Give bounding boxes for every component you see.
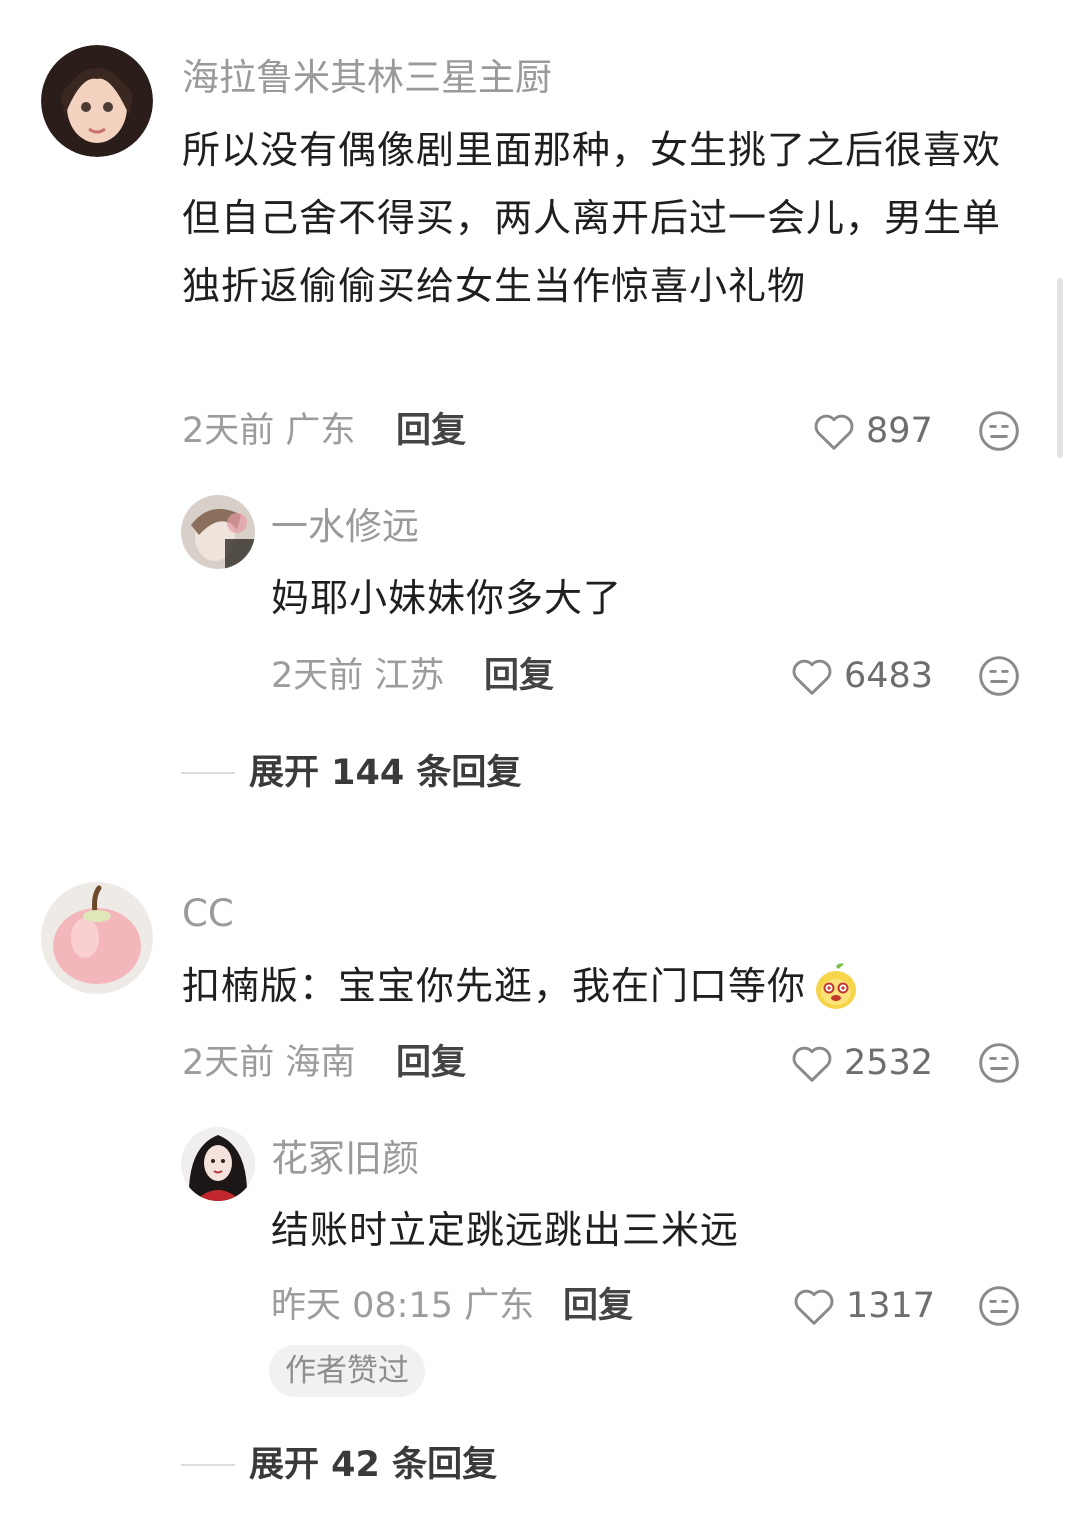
like-button[interactable]: 6483	[790, 654, 933, 698]
reply-text: 妈耶小妹妹你多大了	[271, 576, 623, 620]
avatar-cc[interactable]	[41, 882, 153, 994]
avatar-huazhong[interactable]	[181, 1127, 255, 1201]
comment-text: 所以没有偶像剧里面那种，女生挑了之后很喜欢但自己舍不得买，两人离开后过一会儿，男…	[182, 128, 1002, 308]
scrollbar[interactable]	[1057, 278, 1063, 458]
heart-outline-icon	[794, 1289, 834, 1325]
reply-button[interactable]: 回复	[396, 1041, 466, 1085]
like-button[interactable]: 897	[812, 409, 933, 453]
like-button[interactable]: 2532	[790, 1041, 933, 1085]
avatar-haila[interactable]	[41, 45, 153, 157]
comment-text-row: 扣楠版：宝宝你先逛，我在门口等你	[182, 952, 862, 1020]
reply-username[interactable]: 一水修远	[271, 503, 419, 551]
neutral-face-icon[interactable]	[977, 1284, 1021, 1328]
expand-replies-label: 展开 144 条回复	[249, 753, 522, 793]
comment-text: 扣楠版：宝宝你先逛，我在门口等你	[182, 964, 807, 1008]
reply-text: 结账时立定跳远跳出三米远	[271, 1208, 740, 1252]
mango-emoji-icon	[816, 963, 857, 1009]
expand-replies-button[interactable]: 展开 42 条回复	[181, 1443, 497, 1487]
reply-button[interactable]: 回复	[396, 409, 466, 453]
heart-outline-icon	[792, 1046, 832, 1082]
reply-button[interactable]: 回复	[563, 1284, 633, 1328]
heart-outline-icon	[814, 414, 854, 450]
like-count: 2532	[844, 1043, 934, 1083]
reply-button[interactable]: 回复	[484, 654, 554, 698]
reply-time-location: 昨天 08:15 广东	[271, 1286, 535, 1326]
divider-line	[181, 1464, 235, 1466]
comment-time-location: 2天前 广东	[182, 411, 356, 451]
author-liked-badge: 作者赞过	[269, 1345, 425, 1397]
neutral-face-icon[interactable]	[977, 409, 1021, 453]
avatar-yishui[interactable]	[181, 495, 255, 569]
like-count: 897	[866, 411, 933, 451]
like-count: 6483	[844, 656, 934, 696]
comment-username[interactable]: 海拉鲁米其林三星主厨	[182, 54, 552, 102]
expand-replies-label: 展开 42 条回复	[249, 1445, 498, 1485]
neutral-face-icon[interactable]	[977, 1041, 1021, 1085]
heart-outline-icon	[792, 659, 832, 695]
divider-line	[181, 772, 235, 774]
comment-username[interactable]: CC	[182, 890, 234, 938]
reply-time-location: 2天前 江苏	[271, 656, 445, 696]
comment-time-location: 2天前 海南	[182, 1043, 356, 1083]
neutral-face-icon[interactable]	[977, 654, 1021, 698]
expand-replies-button[interactable]: 展开 144 条回复	[181, 751, 521, 795]
like-count: 1317	[846, 1286, 936, 1326]
like-button[interactable]: 1317	[792, 1284, 935, 1328]
reply-username[interactable]: 花冢旧颜	[271, 1135, 419, 1183]
